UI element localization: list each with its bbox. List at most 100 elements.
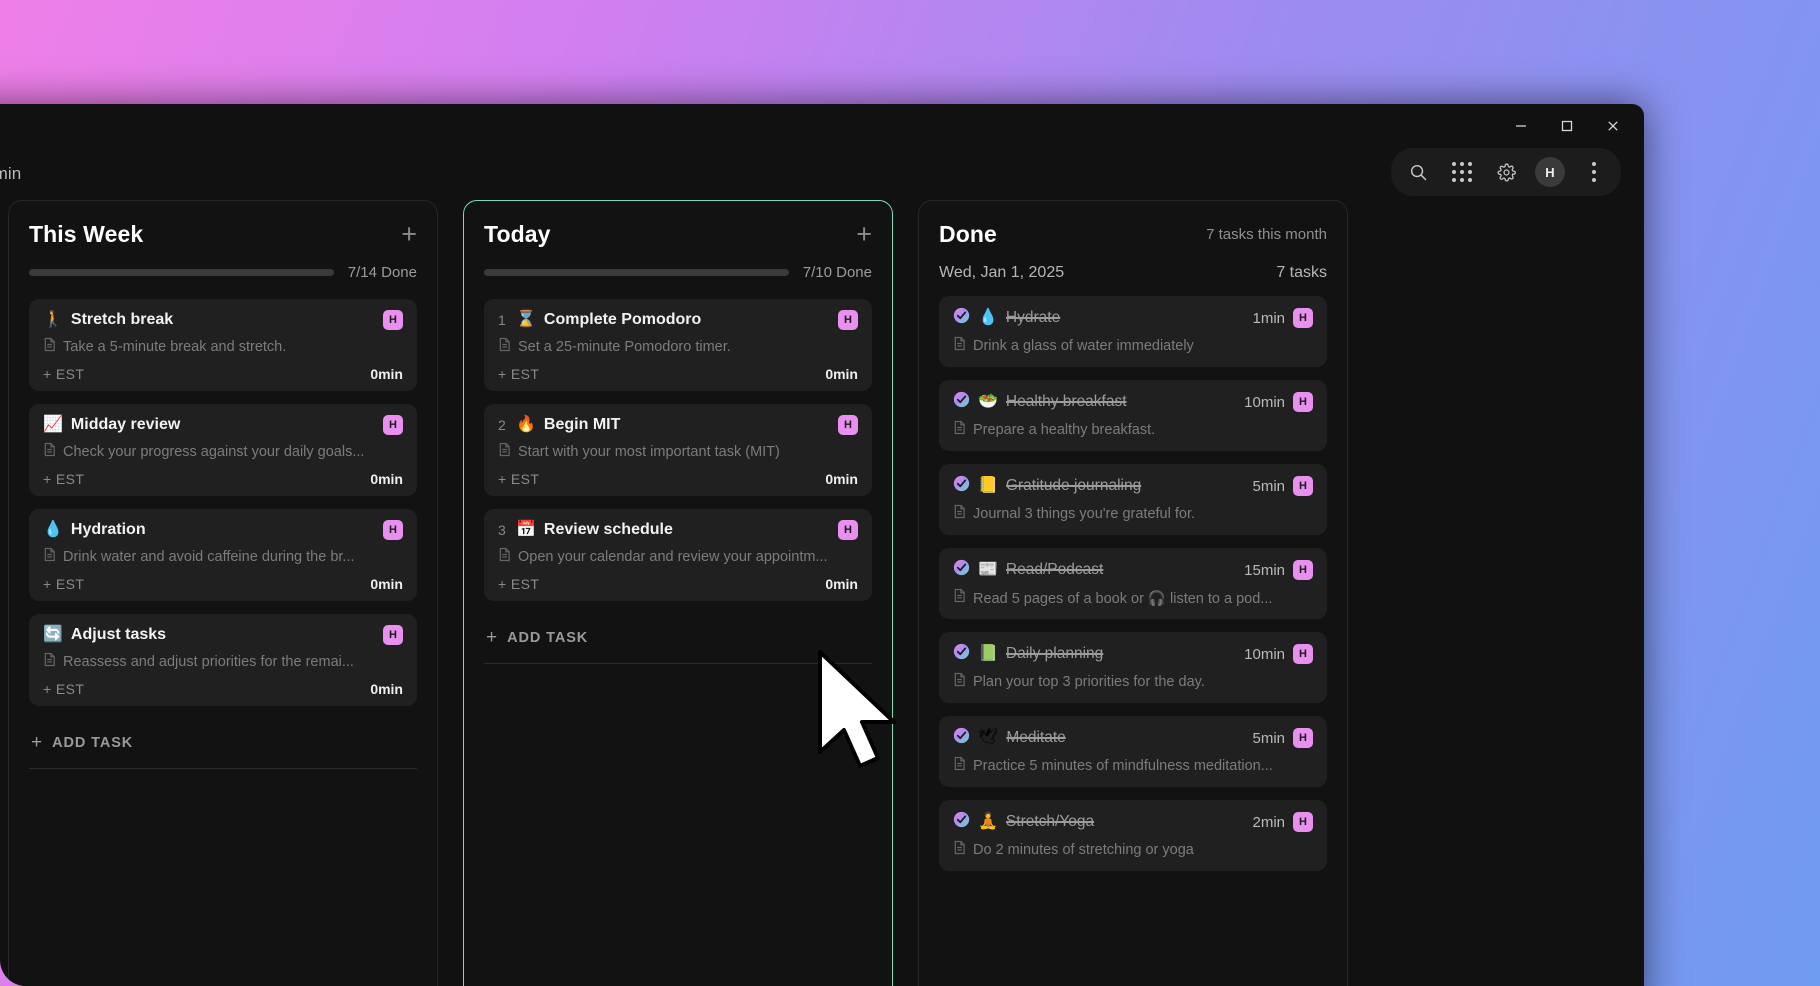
done-task-description: Journal 3 things you're grateful for. — [973, 506, 1196, 522]
done-task-card[interactable]: 📗 Daily planning 10min H Plan your top 3… — [939, 632, 1327, 703]
done-task-description-row: Plan your top 3 priorities for the day. — [953, 672, 1313, 692]
done-task-title: Gratitude journaling — [1005, 477, 1142, 494]
column-title: This Week — [29, 221, 144, 247]
completed-check-icon[interactable] — [953, 391, 970, 413]
done-task-time: 2min — [1252, 813, 1285, 831]
note-icon — [953, 756, 966, 776]
done-date: Wed, Jan 1, 2025 — [939, 264, 1065, 281]
priority-badge: H — [383, 310, 403, 330]
add-card-icon[interactable]: + — [856, 221, 872, 248]
done-task-description-row: Read 5 pages of a book or 🎧 listen to a … — [953, 588, 1313, 608]
note-icon — [953, 672, 966, 692]
done-task-header: 📰 Read/Podcast 15min H — [953, 559, 1313, 581]
progress-row: 7/10 Done — [484, 264, 872, 281]
completed-check-icon[interactable] — [953, 811, 970, 833]
done-task-card[interactable]: 💧 Hydrate 1min H Drink a glass of water … — [939, 296, 1327, 367]
task-description: Check your progress against your daily g… — [63, 444, 365, 460]
task-emoji: ⌛ — [516, 311, 536, 328]
note-icon — [43, 652, 56, 672]
priority-badge: H — [838, 520, 858, 540]
task-card[interactable]: 🚶 Stretch break H Take a 5-minute break … — [29, 299, 417, 391]
task-list: 🚶 Stretch break H Take a 5-minute break … — [29, 299, 417, 706]
progress-track — [29, 269, 334, 276]
add-estimate-button[interactable]: + EST — [43, 366, 84, 382]
priority-badge: H — [1293, 728, 1313, 748]
add-estimate-button[interactable]: + EST — [498, 366, 539, 382]
task-emoji: 🕊 — [978, 729, 999, 746]
priority-badge: H — [383, 625, 403, 645]
task-order: 1 — [498, 312, 506, 328]
completed-check-icon[interactable] — [953, 475, 970, 497]
add-estimate-button[interactable]: + EST — [498, 471, 539, 487]
done-task-description-row: Prepare a healthy breakfast. — [953, 420, 1313, 440]
task-description: Drink water and avoid caffeine during th… — [63, 549, 355, 565]
window-title-bar — [0, 104, 1644, 148]
apps-grid-icon[interactable] — [1443, 153, 1481, 191]
done-task-card[interactable]: 📰 Read/Podcast 15min H Read 5 pages of a… — [939, 548, 1327, 619]
column-title: Today — [484, 221, 551, 247]
priority-badge: H — [1293, 812, 1313, 832]
task-order: 2 — [498, 417, 506, 433]
task-estimate-row: + EST 0min — [43, 471, 403, 487]
avatar[interactable]: H — [1531, 153, 1569, 191]
task-card[interactable]: 🔄 Adjust tasks H Reassess and adjust pri… — [29, 614, 417, 706]
task-emoji: 📰 — [978, 561, 998, 578]
window-controls — [1498, 104, 1636, 148]
done-task-description: Do 2 minutes of stretching or yoga — [973, 842, 1194, 858]
board-column-today: Today + 7/10 Done 1 ⌛ Complete Pomodoro … — [463, 200, 893, 986]
column-header: Done 7 tasks this month — [939, 221, 1327, 248]
more-vertical-icon[interactable] — [1575, 153, 1613, 191]
task-card[interactable]: 1 ⌛ Complete Pomodoro H Set a 25-minute … — [484, 299, 872, 391]
desktop-background: Est: 52min H — [0, 0, 1820, 986]
add-estimate-button[interactable]: + EST — [43, 471, 84, 487]
task-card[interactable]: 💧 Hydration H Drink water and avoid caff… — [29, 509, 417, 601]
completed-check-icon[interactable] — [953, 643, 970, 665]
task-description: Take a 5-minute break and stretch. — [63, 339, 287, 355]
completed-check-icon[interactable] — [953, 559, 970, 581]
add-task-button-week[interactable]: + ADD TASK — [29, 719, 417, 769]
task-card[interactable]: 2 🔥 Begin MIT H Start with your most imp… — [484, 404, 872, 496]
add-task-button-today[interactable]: + ADD TASK — [484, 614, 872, 664]
priority-badge: H — [838, 415, 858, 435]
priority-badge: H — [1293, 476, 1313, 496]
task-card[interactable]: 📈 Midday review H Check your progress ag… — [29, 404, 417, 496]
task-card[interactable]: 3 📅 Review schedule H Open your calendar… — [484, 509, 872, 601]
add-estimate-button[interactable]: + EST — [43, 576, 84, 592]
done-task-card[interactable]: 🧘 Stretch/Yoga 2min H Do 2 minutes of st… — [939, 800, 1327, 871]
task-description: Reassess and adjust priorities for the r… — [63, 654, 354, 670]
window-maximize-button[interactable] — [1544, 110, 1590, 142]
search-icon[interactable] — [1399, 153, 1437, 191]
task-list: 1 ⌛ Complete Pomodoro H Set a 25-minute … — [484, 299, 872, 601]
column-header: This Week + — [29, 221, 417, 248]
done-task-card[interactable]: 📒 Gratitude journaling 5min H Journal 3 … — [939, 464, 1327, 535]
done-task-description-row: Drink a glass of water immediately — [953, 336, 1313, 356]
done-task-description: Plan your top 3 priorities for the day. — [973, 674, 1205, 690]
note-icon — [498, 337, 511, 357]
column-header: Today + — [484, 221, 872, 248]
task-description-row: Take a 5-minute break and stretch. — [43, 337, 403, 357]
add-estimate-button[interactable]: + EST — [43, 681, 84, 697]
priority-badge: H — [1293, 560, 1313, 580]
window-minimize-button[interactable] — [1498, 110, 1544, 142]
done-task-card[interactable]: 🥗 Healthy breakfast 10min H Prepare a he… — [939, 380, 1327, 451]
gear-icon[interactable] — [1487, 153, 1525, 191]
task-card-header: 3 📅 Review schedule H — [498, 520, 858, 540]
add-card-icon[interactable]: + — [401, 221, 417, 248]
task-description-row: Open your calendar and review your appoi… — [498, 547, 858, 567]
plus-icon: + — [31, 732, 43, 753]
task-card-header: 🚶 Stretch break H — [43, 310, 403, 330]
note-icon — [953, 504, 966, 524]
note-icon — [953, 420, 966, 440]
done-task-title: Hydrate — [1005, 309, 1061, 326]
completed-check-icon[interactable] — [953, 727, 970, 749]
done-task-card[interactable]: 🕊 Meditate 5min H Practice 5 minutes of … — [939, 716, 1327, 787]
window-close-button[interactable] — [1590, 110, 1636, 142]
task-card-header: 💧 Hydration H — [43, 520, 403, 540]
task-emoji: 💧 — [43, 521, 63, 538]
grid-dots — [1452, 162, 1472, 182]
board-column-this-week: This Week + 7/14 Done 🚶 Stretch break H … — [8, 200, 438, 986]
done-task-time: 5min — [1252, 729, 1285, 747]
completed-check-icon[interactable] — [953, 307, 970, 329]
priority-badge: H — [383, 415, 403, 435]
add-estimate-button[interactable]: + EST — [498, 576, 539, 592]
